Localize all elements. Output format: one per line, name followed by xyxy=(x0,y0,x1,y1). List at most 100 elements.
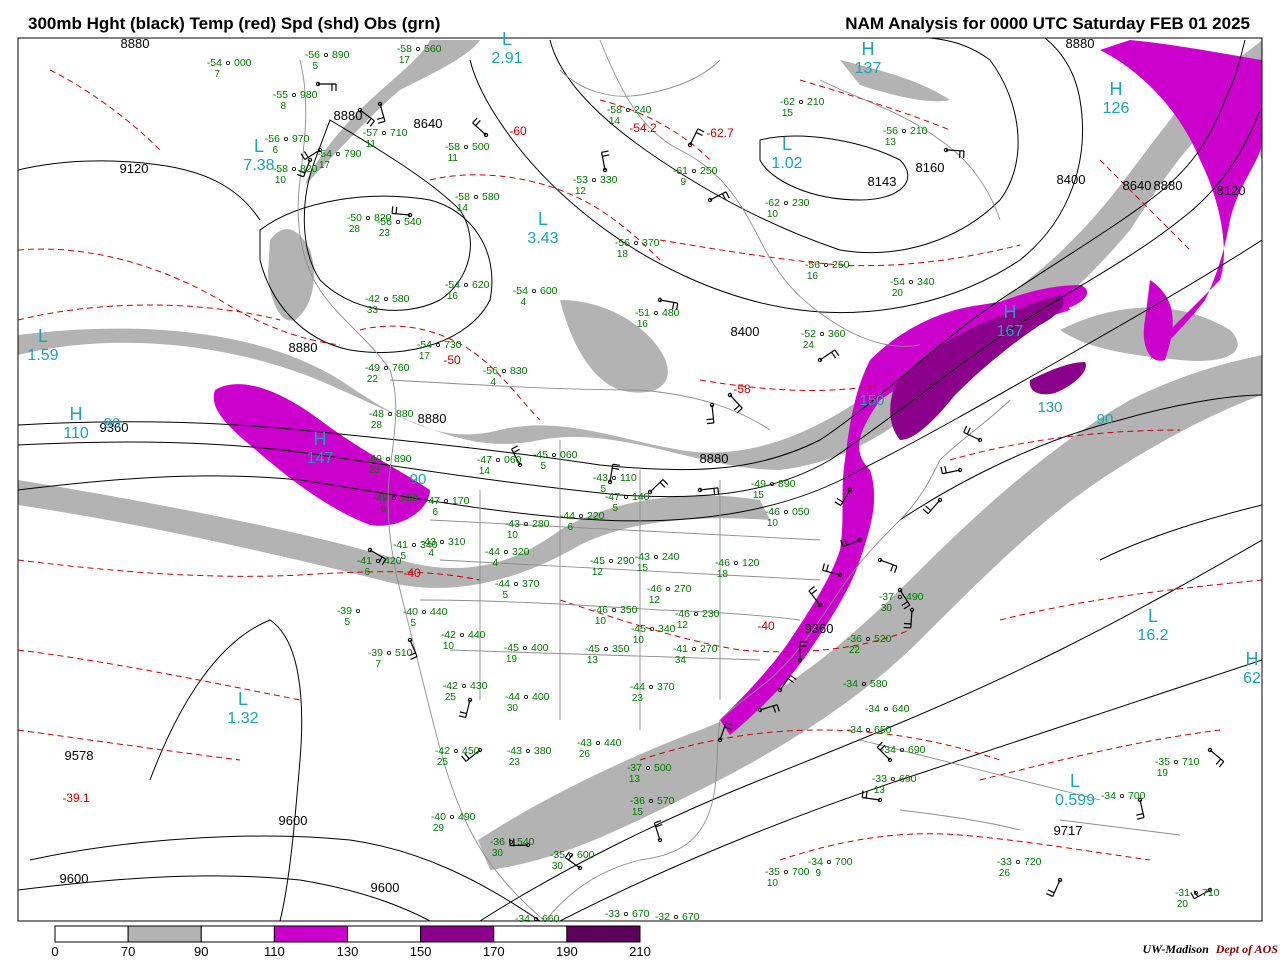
ob-temperature: -56 xyxy=(615,237,630,249)
ob-height: 000 xyxy=(234,57,252,69)
ob-temperature: -39 xyxy=(337,605,352,617)
ob-height: 580 xyxy=(482,191,500,203)
ob-dewpoint-depression: 8 xyxy=(280,101,286,112)
ob-temperature: -54 xyxy=(207,57,222,69)
credit-org: UW-Madison xyxy=(1142,942,1209,956)
ob-height: 500 xyxy=(654,762,672,774)
ob-height: 700 xyxy=(835,856,853,868)
ob-temperature: -34 xyxy=(847,724,862,736)
ob-height: 620 xyxy=(472,279,490,291)
legend-tick-label: 150 xyxy=(410,944,432,959)
ob-temperature: -56 xyxy=(483,365,498,377)
center-letter: L xyxy=(538,209,548,229)
ob-height: 440 xyxy=(430,606,448,618)
ob-dewpoint-depression: 30 xyxy=(507,703,519,714)
ob-height: 480 xyxy=(662,307,680,319)
ob-height: 340 xyxy=(917,276,935,288)
ob-temperature: -46 xyxy=(593,604,608,616)
ob-dewpoint-depression: 13 xyxy=(587,655,599,666)
ob-temperature: -44 xyxy=(560,510,575,522)
ob-height: 280 xyxy=(532,518,550,530)
high-center: H62 xyxy=(1243,649,1261,687)
ob-dewpoint-depression: 23 xyxy=(369,465,381,476)
ob-temperature: -41 xyxy=(357,555,372,567)
ob-height: 380 xyxy=(534,745,552,757)
ob-temperature: -43 xyxy=(593,472,608,484)
speed-label: 90 xyxy=(104,415,121,432)
height-label: 8400 xyxy=(1057,172,1086,187)
legend-tick-label: 190 xyxy=(556,944,578,959)
ob-height: 540 xyxy=(404,216,422,228)
ob-dewpoint-depression: 10 xyxy=(767,209,779,220)
ob-dewpoint-depression: 10 xyxy=(633,635,645,646)
ob-height: 250 xyxy=(832,259,850,271)
ob-height: 670 xyxy=(632,908,650,920)
ob-temperature: -34 xyxy=(881,744,896,756)
weather-map: -54 0007-56 8905-58 56017-55 9808-57 71011-56… xyxy=(17,29,1263,959)
ob-dewpoint-depression: 20 xyxy=(892,288,904,299)
ob-temperature: -42 xyxy=(435,745,450,757)
ob-height: 970 xyxy=(292,133,310,145)
ob-height: 450 xyxy=(462,745,480,757)
ob-height: 220 xyxy=(587,510,605,522)
speed-label: 150 xyxy=(859,392,884,409)
ob-dewpoint-depression: 5 xyxy=(502,590,508,601)
ob-height: 060 xyxy=(560,449,578,461)
ob-temperature: -58 xyxy=(397,43,412,55)
ob-height: 720 xyxy=(1024,856,1042,868)
ob-height: 420 xyxy=(384,555,402,567)
ob-dewpoint-depression: 22 xyxy=(367,374,379,385)
ob-temperature: -49 xyxy=(373,492,388,504)
ob-temperature: -49 xyxy=(365,362,380,374)
ob-dewpoint-depression: 10 xyxy=(443,641,455,652)
ob-temperature: -40 xyxy=(431,811,446,823)
ob-dewpoint-depression: 19 xyxy=(1157,768,1169,779)
ob-dewpoint-depression: 17 xyxy=(399,55,411,66)
center-letter: H xyxy=(1110,79,1123,99)
ob-dewpoint-depression: 20 xyxy=(1177,899,1189,910)
ob-temperature: -36 xyxy=(630,795,645,807)
temperature-label: -58 xyxy=(733,382,751,396)
ob-height: 650 xyxy=(874,724,892,736)
ob-dewpoint-depression: 30 xyxy=(492,848,504,859)
height-label: 8880 xyxy=(418,411,447,426)
height-label: 8143 xyxy=(868,174,897,189)
ob-dewpoint-depression: 10 xyxy=(507,530,519,541)
ob-height: 880 xyxy=(396,408,414,420)
ob-dewpoint-depression: 5 xyxy=(600,484,606,495)
ob-temperature: -34 xyxy=(808,856,823,868)
height-label: 9717 xyxy=(1054,823,1083,838)
ob-temperature: -44 xyxy=(630,681,645,693)
center-value: 62 xyxy=(1243,670,1261,687)
ob-temperature: -33 xyxy=(872,773,887,785)
ob-temperature: -44 xyxy=(485,546,500,558)
ob-height: 360 xyxy=(828,328,846,340)
ob-height: 170 xyxy=(452,495,470,507)
ob-height: 710 xyxy=(390,127,408,139)
ob-height: 440 xyxy=(468,629,486,641)
ob-height: 830 xyxy=(510,365,528,377)
ob-dewpoint-depression: 15 xyxy=(753,490,765,501)
ob-dewpoint-depression: 12 xyxy=(677,620,689,631)
ob-temperature: -40 xyxy=(403,606,418,618)
ob-height: 760 xyxy=(392,362,410,374)
ob-height: 430 xyxy=(470,680,488,692)
ob-temperature: -32 xyxy=(655,911,670,923)
height-label: 8880 xyxy=(1066,36,1095,51)
center-value: 3.43 xyxy=(527,230,558,247)
ob-temperature: -54 xyxy=(417,339,432,351)
ob-temperature: -49 xyxy=(367,453,382,465)
ob-dewpoint-depression: 17 xyxy=(419,351,431,362)
ob-height: 600 xyxy=(577,849,595,861)
ob-height: 140 xyxy=(632,491,650,503)
ob-dewpoint-depression: 11 xyxy=(366,139,377,150)
speed-legend: 0 70 90 110 130 150 170 190 210 xyxy=(51,925,651,959)
ob-temperature: -56 xyxy=(305,49,320,61)
ob-dewpoint-depression: 10 xyxy=(767,878,779,889)
ob-dewpoint-depression: 14 xyxy=(479,466,491,477)
height-label: 8880 xyxy=(334,108,363,123)
ob-temperature: -42 xyxy=(365,293,380,305)
ob-dewpoint-depression: 24 xyxy=(803,340,815,351)
ob-height: 600 xyxy=(540,285,558,297)
center-letter: L xyxy=(1070,771,1080,791)
